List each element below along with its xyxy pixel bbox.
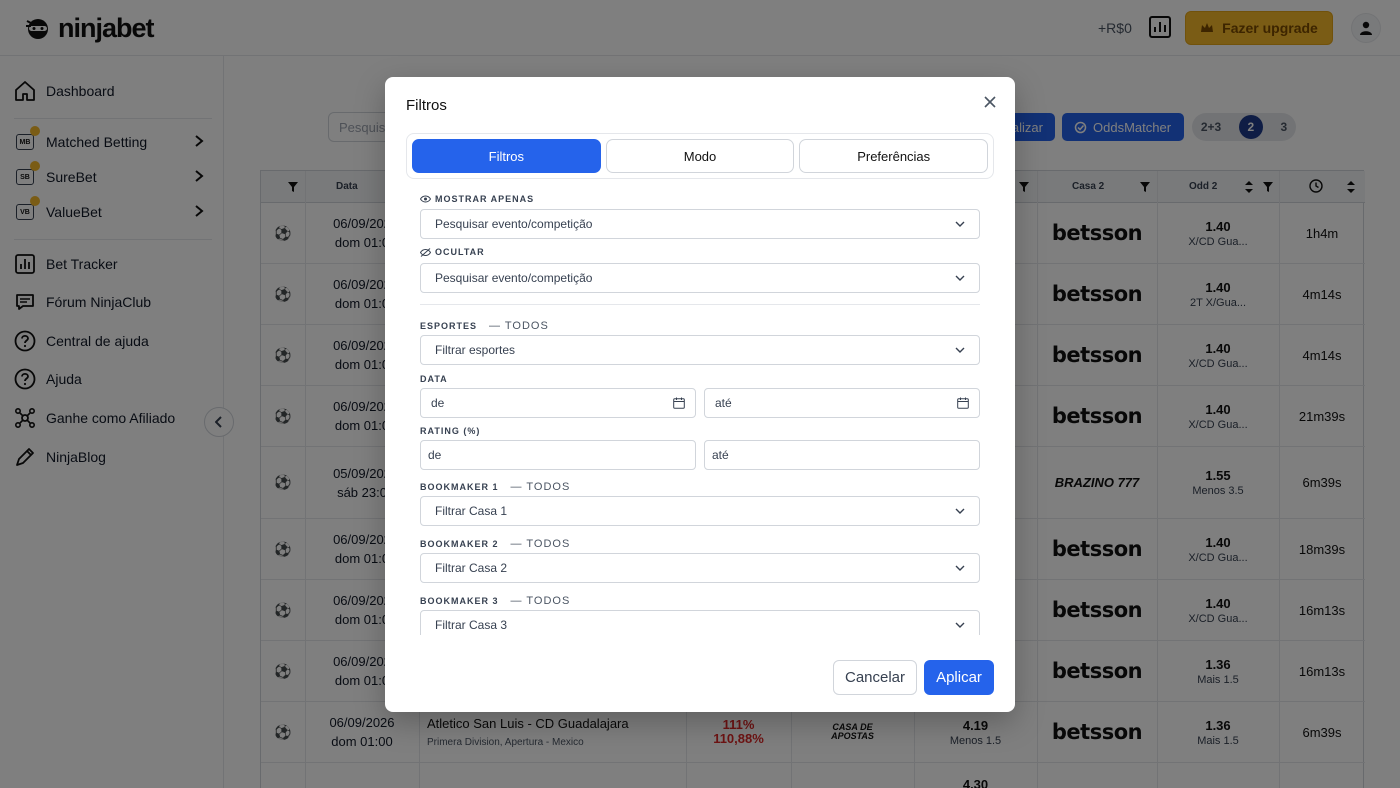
rating-to-placeholder: até — [712, 448, 729, 462]
filters-modal: Filtros Filtros Modo Preferências MOSTRA… — [385, 77, 1015, 712]
date-from-input[interactable]: de — [420, 388, 696, 418]
bookmaker3-placeholder: Filtrar Casa 3 — [435, 618, 508, 632]
esportes-placeholder: Filtrar esportes — [435, 343, 516, 357]
filters-form: MOSTRAR APENAS Pesquisar evento/competiç… — [406, 187, 994, 635]
form-divider — [420, 304, 980, 305]
esportes-select[interactable]: Filtrar esportes — [420, 335, 980, 365]
ocultar-label: OCULTAR — [420, 247, 485, 257]
date-to-placeholder: até — [715, 396, 732, 410]
rating-from-input[interactable]: de — [420, 440, 696, 470]
calendar-icon[interactable] — [957, 397, 969, 409]
rating-to-input[interactable]: até — [704, 440, 980, 470]
rating-from-placeholder: de — [428, 448, 442, 462]
chevron-down-icon — [955, 347, 965, 353]
tab-preferencias[interactable]: Preferências — [799, 139, 989, 173]
chevron-down-icon — [955, 622, 965, 628]
chevron-down-icon — [955, 275, 965, 281]
apply-button[interactable]: Aplicar — [924, 660, 994, 695]
bookmaker1-placeholder: Filtrar Casa 1 — [435, 504, 508, 518]
chevron-down-icon — [955, 221, 965, 227]
bookmaker3-label: BOOKMAKER 3— TODOS — [420, 595, 571, 607]
close-icon[interactable] — [982, 94, 998, 110]
chevron-down-icon — [955, 508, 965, 514]
ocultar-select[interactable]: Pesquisar evento/competição — [420, 263, 980, 293]
modal-title: Filtros — [406, 97, 447, 114]
date-to-input[interactable]: até — [704, 388, 980, 418]
tab-modo[interactable]: Modo — [605, 139, 795, 173]
modal-tabs: Filtros Modo Preferências — [406, 133, 994, 179]
mostrar-apenas-label: MOSTRAR APENAS — [420, 194, 534, 204]
data-label: DATA — [420, 374, 448, 384]
bookmaker3-select[interactable]: Filtrar Casa 3 — [420, 610, 980, 635]
date-from-placeholder: de — [431, 396, 445, 410]
calendar-icon[interactable] — [673, 397, 685, 409]
bookmaker1-label: BOOKMAKER 1— TODOS — [420, 481, 571, 493]
bookmaker1-select[interactable]: Filtrar Casa 1 — [420, 496, 980, 526]
bookmaker2-placeholder: Filtrar Casa 2 — [435, 561, 508, 575]
bookmaker2-label: BOOKMAKER 2— TODOS — [420, 538, 571, 550]
eye-icon — [420, 195, 431, 203]
esportes-label: ESPORTES — TODOS — [420, 320, 549, 332]
mostrar-apenas-placeholder: Pesquisar evento/competição — [435, 217, 593, 231]
mostrar-apenas-select[interactable]: Pesquisar evento/competição — [420, 209, 980, 239]
tab-filtros[interactable]: Filtros — [412, 139, 601, 173]
cancel-button[interactable]: Cancelar — [833, 660, 917, 695]
eye-off-icon — [420, 247, 431, 257]
bookmaker2-select[interactable]: Filtrar Casa 2 — [420, 553, 980, 583]
chevron-down-icon — [955, 565, 965, 571]
rating-label: RATING (%) — [420, 426, 481, 436]
ocultar-placeholder: Pesquisar evento/competição — [435, 271, 593, 285]
